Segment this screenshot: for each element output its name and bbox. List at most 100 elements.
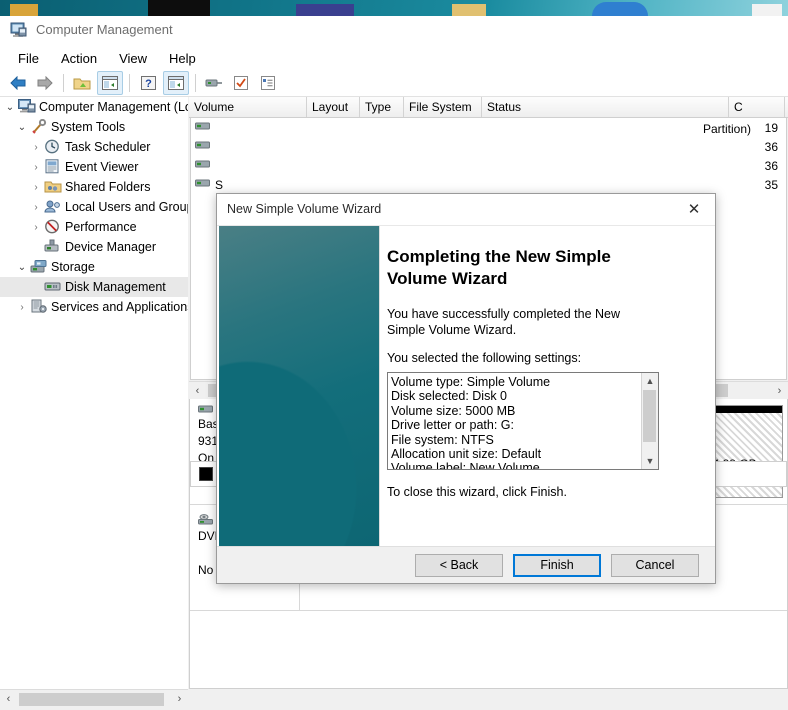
- volume-row[interactable]: S 35: [191, 175, 786, 194]
- tree-item-label: Performance: [65, 220, 137, 234]
- wizard-setting-line: Volume label: New Volume: [391, 461, 540, 470]
- wizard-heading: Completing the New Simple Volume Wizard: [387, 247, 611, 288]
- tree-item-storage[interactable]: ⌄ Storage: [0, 257, 188, 277]
- storage-icon: [30, 259, 48, 275]
- cdrom-icon: [198, 513, 213, 524]
- tree-horizontal-scrollbar[interactable]: ‹ ›: [0, 689, 188, 708]
- volume-disk-icon: [195, 160, 211, 171]
- tree-item-event-viewer[interactable]: › Event Viewer: [0, 157, 188, 177]
- toolbar-separator: [129, 74, 130, 92]
- chevron-right-icon[interactable]: ›: [28, 142, 44, 153]
- status-text-fragment: Partition): [703, 122, 752, 136]
- forward-icon[interactable]: [33, 72, 57, 94]
- help-icon[interactable]: ?: [136, 72, 160, 94]
- menu-file[interactable]: File: [8, 48, 49, 69]
- wizard-body: Completing the New Simple Volume Wizard …: [217, 226, 715, 546]
- wizard-setting-line: Volume size: 5000 MB: [391, 403, 516, 418]
- new-simple-volume-wizard-dialog[interactable]: New Simple Volume Wizard ✕ Completing th…: [216, 193, 716, 584]
- refresh-icon[interactable]: [229, 72, 253, 94]
- chevron-right-icon[interactable]: ›: [28, 222, 44, 233]
- tree-item-disk-management[interactable]: Disk Management: [0, 277, 188, 297]
- volume-row[interactable]: 36: [191, 156, 786, 175]
- column-header-capacity[interactable]: C: [729, 97, 785, 117]
- tree-item-performance[interactable]: › Performance: [0, 217, 188, 237]
- desktop-icon: [10, 4, 38, 16]
- properties-icon[interactable]: [202, 72, 226, 94]
- column-header-status[interactable]: Status: [482, 97, 729, 117]
- finish-button[interactable]: Finish: [513, 553, 601, 577]
- shared-folder-icon: [44, 179, 62, 195]
- chevron-right-icon[interactable]: ›: [28, 162, 44, 173]
- tree-item-label: Services and Applications: [51, 300, 188, 314]
- wizard-closing-text: To close this wizard, click Finish.: [387, 485, 567, 499]
- tree-item-shared-folders[interactable]: › Shared Folders: [0, 177, 188, 197]
- chevron-down-icon[interactable]: ⌄: [14, 262, 30, 273]
- toolbar: ?: [0, 70, 788, 97]
- desktop-icon: [452, 4, 486, 16]
- tree-item-local-users-and-groups[interactable]: › Local Users and Groups: [0, 197, 188, 217]
- tree-item-root[interactable]: ⌄ Computer Management (Local: [0, 97, 188, 117]
- tree-item-device-manager[interactable]: Device Manager: [0, 237, 188, 257]
- up-folder-icon[interactable]: [70, 72, 94, 94]
- menu-help[interactable]: Help: [159, 48, 206, 69]
- column-header-volume[interactable]: Volume: [189, 97, 307, 117]
- wizard-list-scrollbar[interactable]: ▲ ▼: [641, 373, 658, 469]
- wizard-footer: < Back Finish Cancel: [217, 546, 715, 583]
- menu-bar: File Action View Help: [0, 46, 788, 70]
- scroll-left-arrow-icon[interactable]: ‹: [0, 691, 17, 708]
- window-title: Computer Management: [36, 22, 173, 37]
- scroll-up-arrow-icon[interactable]: ▲: [642, 373, 658, 389]
- menu-action[interactable]: Action: [51, 48, 107, 69]
- chevron-right-icon[interactable]: ›: [14, 302, 30, 313]
- legend-swatch-unallocated: [199, 467, 213, 481]
- close-icon[interactable]: ✕: [673, 194, 715, 224]
- chevron-down-icon[interactable]: ⌄: [2, 102, 18, 113]
- tree-item-root-label: Computer Management (Local: [39, 100, 188, 114]
- desktop-icon: [592, 2, 648, 16]
- wizard-banner-image: [219, 226, 380, 546]
- back-button[interactable]: < Back: [415, 553, 503, 577]
- toolbar-separator: [63, 74, 64, 92]
- wizard-list-scroll-thumb[interactable]: [643, 390, 656, 442]
- wizard-content: Completing the New Simple Volume Wizard …: [387, 226, 715, 546]
- chevron-down-icon[interactable]: ⌄: [14, 122, 30, 133]
- show-hide-console-tree-icon[interactable]: [97, 71, 123, 95]
- volume-capacity: 36: [764, 158, 778, 173]
- tree-item-label: Storage: [51, 260, 95, 274]
- tree-item-services-and-applications[interactable]: › Services and Applications: [0, 297, 188, 317]
- scroll-right-arrow-icon[interactable]: ›: [171, 691, 188, 708]
- column-header-file-system[interactable]: File System: [404, 97, 482, 117]
- volume-capacity: 19: [764, 120, 778, 135]
- volume-disk-icon: [195, 179, 211, 190]
- wizard-settings-list[interactable]: Volume type: Simple Volume Disk selected:…: [387, 372, 659, 470]
- volume-row[interactable]: 19: [191, 118, 786, 137]
- console-tree[interactable]: ⌄ Computer Management (Local ⌄ System Too…: [0, 97, 188, 689]
- cancel-button[interactable]: Cancel: [611, 553, 699, 577]
- show-hide-action-pane-icon[interactable]: [163, 71, 189, 95]
- svg-text:?: ?: [145, 78, 152, 90]
- volume-disk-icon: [195, 122, 211, 133]
- back-icon[interactable]: [6, 72, 30, 94]
- clock-icon: [44, 139, 62, 155]
- tools-icon: [30, 118, 48, 135]
- scroll-right-arrow-icon[interactable]: ›: [771, 382, 788, 399]
- tree-item-task-scheduler[interactable]: › Task Scheduler: [0, 137, 188, 157]
- scroll-down-arrow-icon[interactable]: ▼: [642, 453, 658, 469]
- export-list-icon[interactable]: [256, 72, 280, 94]
- chevron-right-icon[interactable]: ›: [28, 182, 44, 193]
- volume-row[interactable]: 36: [191, 137, 786, 156]
- tree-scroll-track[interactable]: [17, 690, 171, 708]
- column-header-type[interactable]: Type: [360, 97, 404, 117]
- menu-view[interactable]: View: [109, 48, 157, 69]
- column-header-layout[interactable]: Layout: [307, 97, 360, 117]
- volume-name: S: [215, 177, 224, 192]
- window-title-bar: Computer Management: [0, 16, 788, 46]
- wizard-setting-line: File system: NTFS: [391, 432, 494, 447]
- tree-scroll-thumb[interactable]: [19, 692, 164, 706]
- chevron-right-icon[interactable]: ›: [28, 202, 44, 213]
- content-split: ⌄ Computer Management (Local ⌄ System Too…: [0, 97, 788, 710]
- tree-item-system-tools[interactable]: ⌄ System Tools: [0, 117, 188, 137]
- scroll-left-arrow-icon[interactable]: ‹: [189, 382, 206, 399]
- desktop-icon: [752, 4, 782, 16]
- wizard-setting-line: Disk selected: Disk 0: [391, 389, 508, 404]
